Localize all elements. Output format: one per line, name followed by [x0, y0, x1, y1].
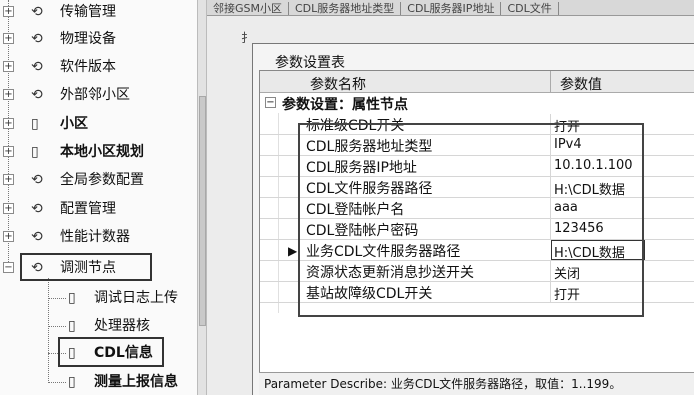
navigation-tree: + ⟲ 传输管理 + ⟲ 物理设备 + ⟲ 软件版本 + ⟲ 外部邻小区 + ▯…	[0, 0, 197, 395]
column-header-value[interactable]: 参数值	[560, 74, 602, 94]
tree-connector	[48, 298, 66, 299]
folder-node-icon: ⟲	[31, 31, 43, 47]
tree-item-label: 性能计数器	[60, 229, 130, 245]
tree-item-label: 软件版本	[60, 59, 116, 75]
folder-node-icon: ⟲	[31, 87, 43, 103]
document-node-icon: ▯	[31, 144, 39, 160]
tab-cdl-server-ip[interactable]: CDL服务器IP地址	[401, 2, 502, 15]
tab-cdl-file[interactable]: CDL文件	[501, 2, 559, 15]
dialog-title: 参数设置表	[275, 55, 345, 71]
expand-icon[interactable]: +	[3, 203, 14, 214]
category-row[interactable]: − 参数设置：属性节点	[260, 93, 694, 113]
column-divider[interactable]	[550, 71, 551, 93]
param-settings-dialog: 参数设置表 参数名称 参数值 − 参数设置：属性节点 标准级CDL开关 打开 C…	[252, 43, 694, 395]
expand-icon[interactable]: +	[3, 174, 14, 185]
cdl-info-highlight	[58, 337, 164, 367]
tree-item-label: 处理器核	[94, 318, 150, 334]
tree-item-label: 传输管理	[60, 4, 116, 20]
expand-icon[interactable]: +	[3, 146, 14, 157]
tree-item-label: 全局参数配置	[60, 172, 144, 188]
expand-icon[interactable]: +	[3, 89, 14, 100]
expand-icon[interactable]: +	[3, 61, 14, 72]
row-pointer-icon: ▶	[288, 244, 298, 258]
tree-item-label: 配置管理	[60, 201, 116, 217]
column-header-name[interactable]: 参数名称	[310, 74, 366, 94]
main-area: 邻接GSM小区 CDL服务器地址类型 CDL服务器IP地址 CDL文件 扌 参数设置表…	[207, 0, 694, 395]
expand-icon[interactable]: +	[3, 6, 14, 17]
tab-cdl-server-address-type[interactable]: CDL服务器地址类型	[289, 2, 402, 15]
tree-item-label: 调试日志上传	[94, 290, 178, 306]
document-node-icon: ▯	[68, 290, 76, 306]
tree-item-label: 小区	[60, 116, 88, 132]
folder-node-icon: ⟲	[31, 201, 43, 217]
tree-item-label: 外部邻小区	[60, 87, 130, 103]
debug-node-highlight	[20, 253, 152, 281]
tab-neighbor-gsm[interactable]: 邻接GSM小区	[207, 2, 289, 15]
expand-icon[interactable]: +	[3, 231, 14, 242]
parameter-description: Parameter Describe: 业务CDL文件服务器路径，取值：1..1…	[259, 372, 694, 395]
tree-item-label: 测量上报信息	[94, 374, 178, 390]
document-node-icon: ▯	[68, 318, 76, 334]
param-grid: 参数名称 参数值 − 参数设置：属性节点 标准级CDL开关 打开 CDL服务器地…	[259, 70, 694, 395]
folder-node-icon: ⟲	[31, 172, 43, 188]
tree-item-label: 物理设备	[60, 31, 116, 47]
params-outline	[298, 123, 644, 317]
folder-node-icon: ⟲	[31, 229, 43, 245]
grid-header: 参数名称 参数值	[260, 71, 694, 93]
document-node-icon: ▯	[68, 374, 76, 390]
tree-scrollbar[interactable]	[197, 0, 207, 395]
collapse-icon[interactable]: −	[3, 262, 14, 273]
document-node-icon: ▯	[31, 116, 39, 132]
expand-icon[interactable]: +	[3, 33, 14, 44]
tree-connector	[48, 326, 66, 327]
tab-bar: 邻接GSM小区 CDL服务器地址类型 CDL服务器IP地址 CDL文件	[207, 0, 694, 16]
collapse-icon[interactable]: −	[265, 97, 276, 108]
category-label: 参数设置：属性节点	[282, 97, 408, 113]
tree-item-label: 本地小区规划	[60, 144, 144, 160]
expand-icon[interactable]: +	[3, 118, 14, 129]
folder-node-icon: ⟲	[31, 59, 43, 75]
tree-connector	[48, 382, 66, 383]
scrollbar-thumb[interactable]	[199, 96, 206, 326]
folder-node-icon: ⟲	[31, 4, 43, 20]
